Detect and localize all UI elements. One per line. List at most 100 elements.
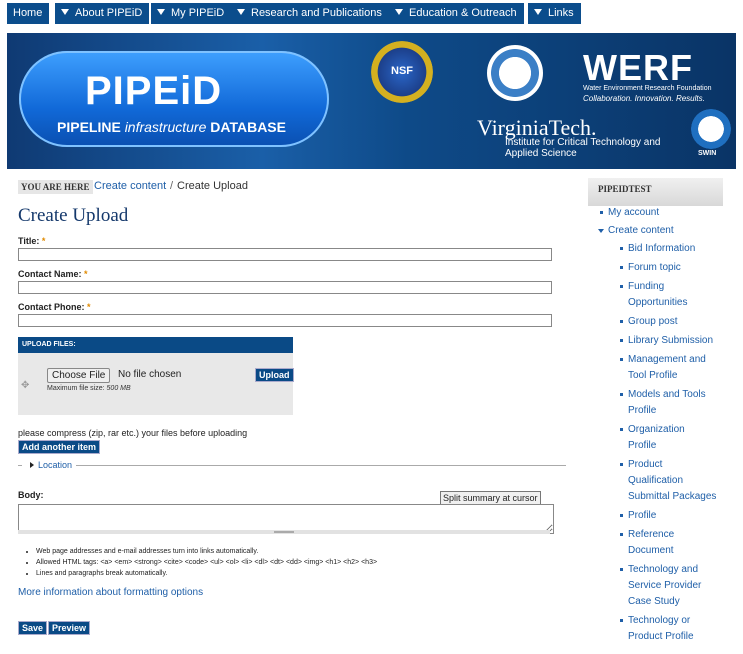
sidebar-content-type-link[interactable]: Technology and Service Provider Case Study <box>628 562 723 610</box>
upload-files-header: UPLOAD FILES: <box>18 337 293 353</box>
bullet-icon <box>620 339 623 342</box>
sidebar-content-type-link[interactable]: Funding Opportunities <box>628 279 723 311</box>
bullet-icon <box>620 393 623 396</box>
split-summary-button[interactable]: Split summary at cursor <box>440 491 541 505</box>
sidebar-content-type-link[interactable]: Models and Tools Profile <box>628 387 723 419</box>
nav-about-label: About PIPEiD <box>75 7 143 19</box>
sidebar-content-type-link[interactable]: Group post <box>628 314 723 330</box>
upload-files-panel: UPLOAD FILES: ✥ Choose File No file chos… <box>18 337 294 415</box>
body-label: Body: <box>18 490 44 500</box>
nav-home-label: Home <box>13 7 43 19</box>
contact-phone-label-text: Contact Phone: <box>18 302 85 312</box>
more-formatting-info-link[interactable]: More information about formatting option… <box>18 587 203 598</box>
page-title: Create Upload <box>18 205 129 226</box>
bullet-icon <box>620 266 623 269</box>
contact-phone-input[interactable] <box>18 314 552 327</box>
add-another-item-button[interactable]: Add another item <box>18 440 101 454</box>
bullet-icon <box>620 358 623 361</box>
bullet-icon <box>620 463 623 466</box>
tip-item: Allowed HTML tags: <a> <em> <strong> <ci… <box>36 557 377 568</box>
title-input[interactable] <box>18 248 552 261</box>
nav-about[interactable]: About PIPEiD <box>55 3 150 24</box>
bullet-icon <box>620 320 623 323</box>
title-label: Title: * <box>18 236 45 246</box>
bullet-icon <box>620 247 623 250</box>
caret-down-icon <box>61 9 69 15</box>
nsf-logo-text: NSF <box>391 65 413 77</box>
user-sidebar: PIPEIDTEST My account Create content Bid… <box>588 178 723 654</box>
werf-tagline: Collaboration. Innovation. Results. <box>583 94 705 103</box>
nav-research-label: Research and Publications <box>251 7 382 19</box>
bullet-icon <box>620 428 623 431</box>
choose-file-button[interactable]: Choose File <box>47 368 111 383</box>
nav-links[interactable]: Links <box>528 3 581 24</box>
sidebar-content-type-link[interactable]: Reference Document <box>628 527 723 559</box>
required-mark: * <box>41 236 46 246</box>
sidebar-content-type-link[interactable]: Forum topic <box>628 260 723 276</box>
grip-icon <box>274 531 294 533</box>
location-label: Location <box>38 460 73 470</box>
max-size-label: Maximum file size: <box>47 385 105 392</box>
logo-sub-b: infrastructure <box>124 119 207 135</box>
sidebar-content-type-link[interactable]: Product Qualification Submittal Packages <box>628 457 723 505</box>
bullet-icon <box>620 514 623 517</box>
nsf-logo: NSF <box>371 41 433 103</box>
bullet-icon <box>620 568 623 571</box>
logo-sub-c: DATABASE <box>206 119 286 135</box>
nav-education-label: Education & Outreach <box>409 7 517 19</box>
required-mark: * <box>84 269 88 279</box>
virginia-tech-subtitle: Institute for Critical Technology and Ap… <box>505 137 661 159</box>
nav-my-pipeid[interactable]: My PIPEiD <box>151 3 232 24</box>
you-are-here-label: YOU ARE HERE <box>18 180 93 194</box>
upload-button[interactable]: Upload <box>255 368 294 382</box>
sidebar-create-content[interactable]: Create content <box>608 223 674 239</box>
pipeid-logo-text: PIPEiD <box>85 69 223 113</box>
caret-down-icon <box>534 9 542 15</box>
title-label-text: Title: <box>18 236 40 246</box>
site-banner[interactable]: PIPEiD PIPELINE infrastructure DATABASE … <box>7 33 736 169</box>
sidebar-content-type-link[interactable]: Library Submission <box>628 333 723 349</box>
caret-down-icon <box>395 9 403 15</box>
caret-down-icon <box>237 9 245 15</box>
save-button[interactable]: Save <box>18 621 48 635</box>
breadcrumb-current: Create Upload <box>177 180 248 192</box>
nav-my-label: My PIPEiD <box>171 7 225 19</box>
bullet-icon <box>620 619 623 622</box>
max-file-size: Maximum file size: 500 MB <box>47 385 131 392</box>
triangle-down-icon <box>598 229 604 233</box>
swin-logo: SWIN <box>691 109 731 157</box>
location-divider <box>18 465 566 466</box>
contact-phone-label: Contact Phone: * <box>18 302 91 312</box>
bullet-icon <box>620 533 623 536</box>
nav-home[interactable]: Home <box>7 3 50 24</box>
required-mark: * <box>87 302 91 312</box>
sidebar-my-account[interactable]: My account <box>608 205 659 221</box>
bullet-icon <box>600 211 603 214</box>
no-file-chosen-text: No file chosen <box>118 369 182 380</box>
nav-education[interactable]: Education & Outreach <box>389 3 524 24</box>
sidebar-content-type-link[interactable]: Management and Tool Profile <box>628 352 723 384</box>
location-toggle[interactable]: Location <box>22 460 77 470</box>
formatting-tips: Web page addresses and e-mail addresses … <box>26 546 377 579</box>
nav-links-label: Links <box>548 7 574 19</box>
sidebar-content-type-link[interactable]: Profile <box>628 508 723 524</box>
swin-logo-text: SWIN <box>698 150 717 157</box>
breadcrumb-separator: / <box>170 180 174 192</box>
textarea-resize-grip[interactable] <box>18 530 550 534</box>
epa-seal-icon <box>487 45 543 101</box>
preview-button[interactable]: Preview <box>48 621 91 635</box>
werf-logo: WERF <box>583 47 693 88</box>
bullet-icon <box>620 285 623 288</box>
sidebar-content-type-link[interactable]: Technology or Product Profile <box>628 613 723 645</box>
nav-research[interactable]: Research and Publications <box>231 3 389 24</box>
drag-handle-icon[interactable]: ✥ <box>21 380 29 391</box>
contact-name-label: Contact Name: * <box>18 269 88 279</box>
caret-down-icon <box>157 9 165 15</box>
contact-name-input[interactable] <box>18 281 552 294</box>
compress-note: please compress (zip, rar etc.) your fil… <box>18 428 248 438</box>
max-size-value: 500 MB <box>106 385 131 392</box>
triangle-right-icon <box>30 462 34 468</box>
sidebar-content-type-link[interactable]: Bid Information <box>628 241 723 257</box>
breadcrumb-create-content[interactable]: Create content <box>94 180 166 192</box>
sidebar-content-type-link[interactable]: Organization Profile <box>628 422 723 454</box>
